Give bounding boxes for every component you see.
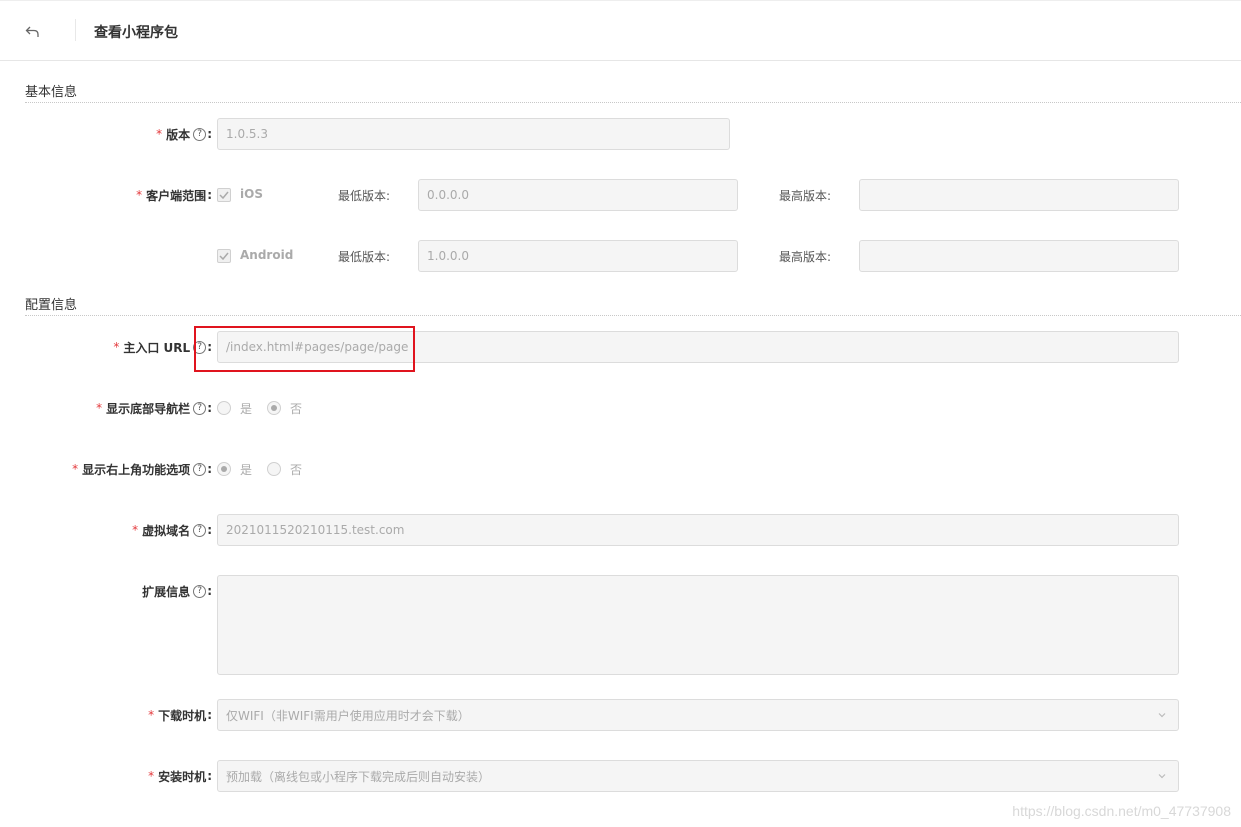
checkmark-icon (219, 191, 229, 199)
required-asterisk: * (148, 708, 155, 722)
android-min-version-label: 最低版本: (338, 250, 391, 264)
virtual-domain-label: * 虚拟域名 ? : (132, 523, 212, 538)
android-checkbox[interactable] (217, 249, 231, 263)
checkmark-icon (219, 252, 229, 260)
help-icon[interactable]: ? (193, 401, 207, 415)
help-icon[interactable]: ? (193, 462, 207, 476)
download-timing-select[interactable]: 仅WIFI（非WIFI需用户使用应用时才会下载） (217, 699, 1179, 731)
top-right-yes-radio[interactable] (217, 462, 231, 476)
ios-label: iOS (240, 187, 263, 201)
required-asterisk: * (72, 462, 79, 476)
required-asterisk: * (113, 340, 120, 354)
bottom-nav-no-radio[interactable] (267, 401, 281, 415)
required-asterisk: * (156, 127, 163, 141)
page-title: 查看小程序包 (94, 25, 178, 41)
main-url-input[interactable]: /index.html#pages/page/page (217, 331, 1179, 363)
android-min-version-input[interactable]: 1.0.0.0 (418, 240, 738, 272)
ios-checkbox[interactable] (217, 188, 231, 202)
section-title-basic: 基本信息 (25, 85, 78, 100)
install-timing-label: * 安装时机 : (148, 769, 212, 784)
back-arrow-icon (25, 26, 39, 37)
version-input[interactable]: 1.0.5.3 (217, 118, 730, 150)
ios-max-version-input[interactable] (859, 179, 1179, 211)
top-right-options-label: * 显示右上角功能选项 ? : (72, 462, 212, 477)
install-timing-select[interactable]: 预加载（离线包或小程序下载完成后则自动安装） (217, 760, 1179, 792)
ios-min-version-input[interactable]: 0.0.0.0 (418, 179, 738, 211)
section-divider-config (25, 315, 1241, 316)
help-icon[interactable]: ? (193, 127, 207, 141)
ios-max-version-label: 最高版本: (779, 189, 832, 203)
back-button[interactable] (18, 19, 48, 45)
required-asterisk: * (132, 523, 139, 537)
top-bar: 查看小程序包 (0, 0, 1241, 61)
help-icon[interactable]: ? (193, 523, 207, 537)
client-scope-label: * 客户端范围 : (136, 188, 212, 203)
bottom-nav-label: * 显示底部导航栏 ? : (96, 401, 212, 416)
required-asterisk: * (148, 769, 155, 783)
android-max-version-label: 最高版本: (779, 250, 832, 264)
section-divider-basic (25, 102, 1241, 103)
required-asterisk: * (136, 188, 143, 202)
required-asterisk: * (96, 401, 103, 415)
ext-info-textarea[interactable] (217, 575, 1179, 675)
ext-info-label: 扩展信息 ? : (142, 584, 212, 599)
bottom-nav-no-label: 否 (290, 402, 303, 416)
download-timing-label: * 下载时机 : (148, 708, 212, 723)
bottom-nav-yes-label: 是 (240, 402, 253, 416)
help-icon[interactable]: ? (193, 584, 207, 598)
ios-min-version-label: 最低版本: (338, 189, 391, 203)
chevron-down-icon (1158, 774, 1166, 779)
section-title-config: 配置信息 (25, 298, 78, 313)
bottom-nav-yes-radio[interactable] (217, 401, 231, 415)
version-label: * 版本 ? : (156, 127, 212, 142)
top-right-no-label: 否 (290, 463, 303, 477)
top-right-yes-label: 是 (240, 463, 253, 477)
chevron-down-icon (1158, 713, 1166, 718)
help-icon[interactable]: ? (193, 340, 207, 354)
android-label: Android (240, 248, 294, 262)
virtual-domain-input[interactable]: 2021011520210115.test.com (217, 514, 1179, 546)
android-max-version-input[interactable] (859, 240, 1179, 272)
topbar-divider (75, 19, 76, 41)
main-url-label: * 主入口 URL ? : (113, 340, 212, 355)
top-right-no-radio[interactable] (267, 462, 281, 476)
watermark: https://blog.csdn.net/m0_47737908 (1012, 803, 1231, 819)
